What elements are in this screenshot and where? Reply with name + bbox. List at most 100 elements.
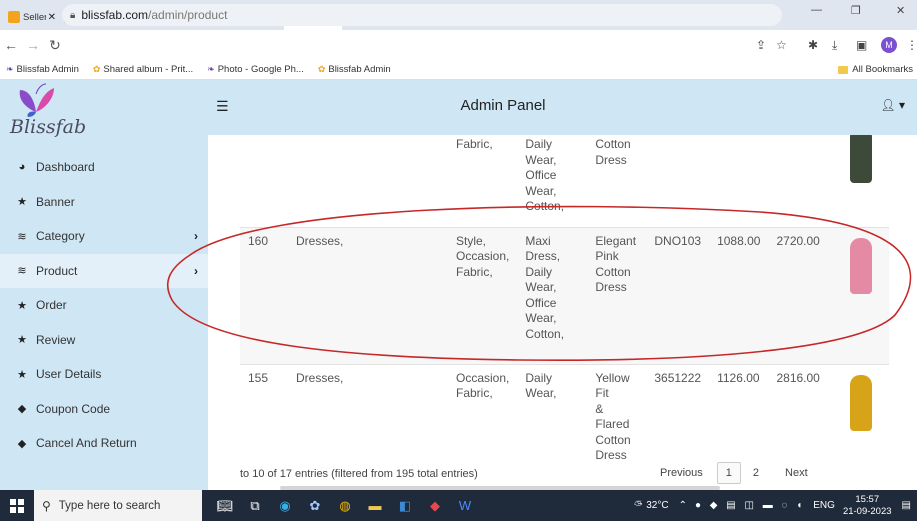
cell-line: Maxi (525, 233, 551, 248)
product-thumbnail[interactable] (838, 371, 884, 433)
bookmark-item[interactable]: ✿ Blissfab Admin (318, 64, 391, 75)
share-icon[interactable]: ⇪ (756, 38, 766, 52)
tray-icons[interactable]: ● ◆ ▤ ◫ ▬ ◌ ◖ (695, 500, 805, 511)
app-icon-2[interactable]: ✿ (300, 490, 330, 521)
language[interactable]: ENG (813, 500, 835, 511)
cell-product-code: DNO103 (646, 226, 710, 364)
sidebar-item-review[interactable]: ★ Review (0, 323, 208, 358)
task-view-icon[interactable]: ⧉ (240, 490, 270, 521)
cell-line: Dress, (525, 249, 561, 263)
tab-title: Seller Da (23, 11, 46, 23)
page-button[interactable]: 2 (745, 462, 767, 484)
cell-line: Wear, (525, 152, 557, 167)
back-icon[interactable]: ← (0, 37, 22, 53)
minimize-icon[interactable]: — (811, 4, 822, 16)
cell-line: Occasion, (456, 249, 510, 263)
bookmark-favicon-icon: ✿ (317, 64, 326, 74)
product-thumbnail[interactable] (838, 234, 884, 296)
download-icon[interactable]: ⤓ (832, 38, 837, 53)
bookmark-item[interactable]: ❧ Blissfab Admin (6, 64, 79, 75)
windows-start-icon[interactable] (0, 490, 34, 521)
logo[interactable]: Blissfab (0, 80, 208, 150)
reload-icon[interactable]: ↻ (44, 37, 66, 54)
url-input[interactable]: 🔒︎ blissfab.com/admin/product (62, 4, 782, 26)
anydesk-icon[interactable]: ◆ (420, 490, 450, 521)
previous-page-button[interactable]: Previous (652, 462, 711, 484)
taskbar-search-input[interactable]: ⚲ Type here to search (34, 490, 202, 521)
forward-icon[interactable]: → (22, 37, 44, 53)
weather-icon: ⛅︎ (634, 500, 643, 511)
sidebar-item-label: Banner (36, 194, 75, 209)
cell-product-name: Yellow Fit & Flared Cotton Dress (587, 363, 647, 464)
cell-line: & Flared (595, 401, 630, 432)
side-panel-icon[interactable]: ▣ (856, 38, 867, 52)
sidebar-item-product[interactable]: ≋ Product › (0, 253, 208, 288)
chrome-icon[interactable]: ◍ (330, 490, 360, 521)
cell-line: Wear, (525, 311, 557, 325)
clock[interactable]: 15:57 21-09-2023 (843, 494, 892, 518)
sidebar-item-dashboard[interactable]: ◕ Dashboard (0, 150, 208, 185)
outlook-icon[interactable]: ◧ (390, 490, 420, 521)
bookmark-label: Shared album - Prit... (103, 64, 194, 75)
cell-price: 1126.00 (709, 363, 769, 464)
star-icon: ★ (17, 334, 27, 347)
cell-usage: Daily Wear, Office Wear, Cotton, (517, 135, 587, 227)
sidebar-item-cancel-and-return[interactable]: ◆ Cancel And Return (0, 426, 208, 461)
cell-line: Elegant (595, 233, 637, 248)
bookmark-item[interactable]: ❧ Photo - Google Ph... (207, 64, 304, 75)
page-button[interactable]: 1 (716, 462, 741, 484)
cell-line: Dress (595, 152, 627, 167)
cell-line: Occasion, (456, 370, 510, 385)
butterfly-logo-icon (19, 83, 54, 117)
cell-id (240, 135, 288, 227)
extensions-icon[interactable]: ✱ (808, 38, 818, 52)
cell-line: Fabric, (456, 137, 493, 151)
table-row: 155 Dresses, Occasion, Fabric, Daily Wear, Yel… (240, 363, 890, 464)
sidebar-item-coupon-code[interactable]: ◆ Coupon Code (0, 392, 208, 427)
edge-icon[interactable]: ◉ (270, 490, 300, 521)
cell-line: Fabric, (456, 264, 493, 279)
bookmarks-bar: ❧ Blissfab Admin ✿ Shared album - Prit... ❧ P… (0, 60, 917, 80)
menu-kebab-icon[interactable]: ⋮ (906, 38, 917, 52)
sidebar-item-order[interactable]: ★ Order (0, 288, 208, 323)
url-host: blissfab.com (81, 8, 149, 22)
cell-line: Daily (525, 370, 553, 385)
cell-line: Wear, (525, 280, 557, 294)
notification-icon[interactable]: ▤ (902, 500, 911, 511)
lock-icon: 🔒︎ (70, 9, 76, 21)
cell-price (709, 135, 768, 227)
close-window-icon[interactable]: ✕ (896, 4, 905, 17)
entries-info: to 10 of 17 entries (filtered from 195 t… (240, 468, 478, 480)
bookmark-favicon-icon: ❧ (6, 64, 14, 74)
cell-line: Dress (595, 448, 627, 462)
next-page-button[interactable]: Next (777, 462, 816, 484)
sidebar-item-user-details[interactable]: ★ User Details (0, 357, 208, 392)
bookmark-item[interactable]: ✿ Shared album - Prit... (93, 64, 193, 75)
reading-person-icon: 📖︎ (216, 497, 234, 513)
all-bookmarks[interactable]: All Bookmarks (838, 64, 913, 75)
cell-tags: Occasion, Fabric, (448, 363, 518, 464)
sidebar-item-banner[interactable]: ★ Banner (0, 185, 208, 220)
product-thumbnail[interactable] (838, 135, 884, 185)
cell-line: Yellow Fit (595, 370, 630, 401)
tray-chevron-icon[interactable]: ⌃ (679, 500, 687, 511)
search-icon: ⚲ (42, 498, 51, 513)
top-header: ☰ Admin Panel 👤︎ ▾ (208, 80, 917, 135)
sidebar-item-label: Category (36, 229, 85, 244)
bookmark-star-icon[interactable]: ☆ (776, 38, 787, 52)
cell-line: Fabric, (456, 386, 493, 400)
sidebar: Blissfab ◕ Dashboard ★ Banner ≋ Category › ≋ Pro… (0, 80, 208, 490)
clock-date: 21-09-2023 (842, 505, 892, 517)
file-explorer-icon[interactable]: ▬ (360, 490, 390, 521)
cell-mrp: 2816.00 (768, 363, 835, 464)
close-tab-icon[interactable]: ✕ (48, 12, 56, 23)
browser-tab[interactable]: Seller Da✕ (4, 4, 60, 30)
word-icon[interactable]: W (450, 490, 480, 521)
user-menu-icon[interactable]: 👤︎ ▾ (880, 98, 905, 112)
cell-tags: Style, Occasion, Fabric, (448, 226, 518, 364)
restore-icon[interactable]: ❐ (851, 4, 861, 17)
bookmark-label: Photo - Google Ph... (217, 64, 304, 75)
sidebar-item-label: Review (36, 332, 76, 347)
profile-avatar[interactable]: M (881, 37, 897, 53)
sidebar-item-category[interactable]: ≋ Category › (0, 219, 208, 254)
